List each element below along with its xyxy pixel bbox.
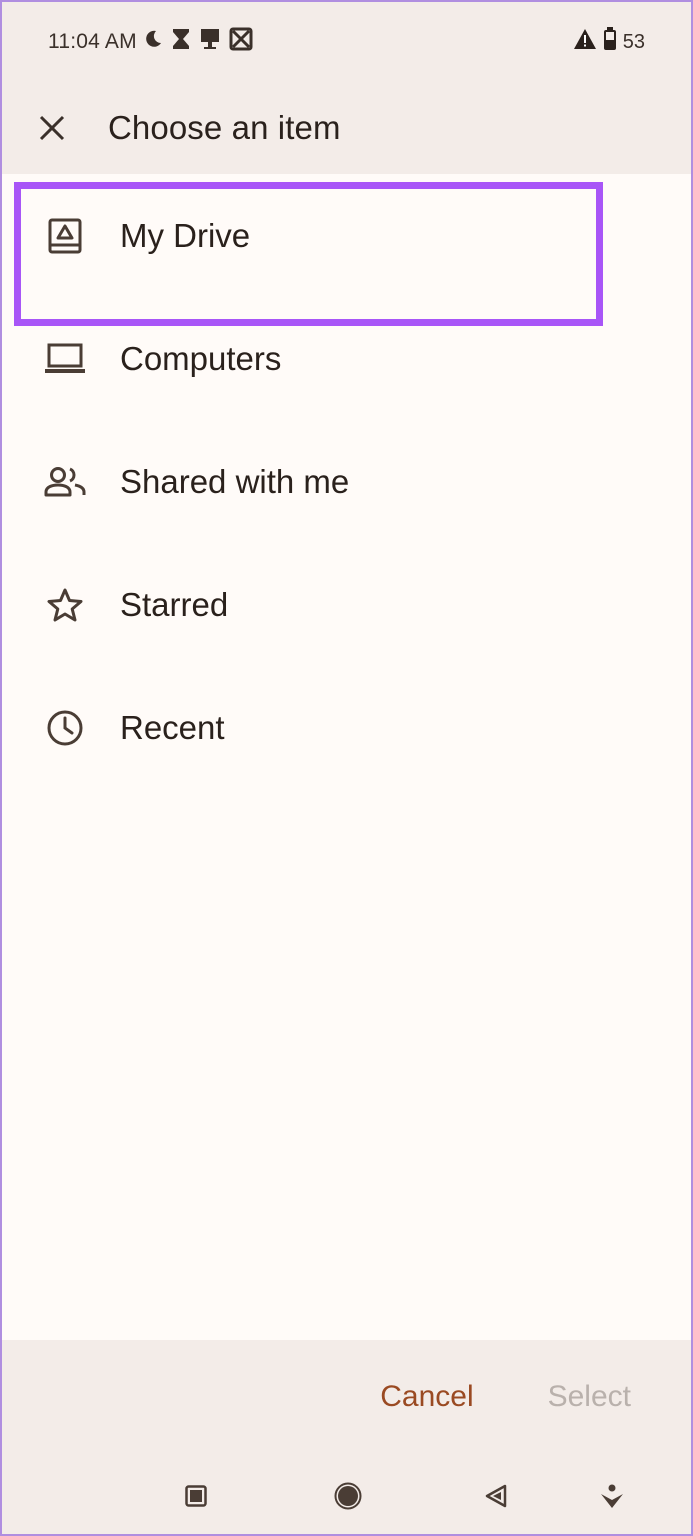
recents-icon (185, 1485, 207, 1507)
status-bar: 11:04 AM 53 (2, 2, 691, 82)
home-icon (334, 1482, 362, 1510)
screen: 11:04 AM 53 Choose an item My Drive Comp… (0, 0, 693, 1536)
recents-button[interactable] (180, 1480, 212, 1512)
moon-icon (143, 29, 163, 55)
accessibility-button[interactable] (596, 1480, 628, 1512)
alert-icon (573, 28, 597, 56)
list-item-label: Starred (120, 585, 229, 623)
close-button[interactable] (22, 98, 82, 158)
back-icon (485, 1484, 507, 1508)
list-item-my-drive[interactable]: My Drive (2, 174, 691, 297)
back-button[interactable] (480, 1480, 512, 1512)
system-nav-bar (2, 1454, 691, 1534)
list-item-computers[interactable]: Computers (2, 297, 691, 420)
clock-icon (44, 707, 86, 749)
drive-icon (44, 215, 86, 257)
list-item-label: Recent (120, 708, 225, 746)
hourglass-icon (171, 28, 191, 56)
list-item-label: Computers (120, 339, 282, 377)
home-button[interactable] (332, 1480, 364, 1512)
star-icon (44, 584, 86, 626)
list-item-label: Shared with me (120, 462, 350, 500)
laptop-icon (44, 338, 86, 380)
list-item-shared-with-me[interactable]: Shared with me (2, 420, 691, 543)
list-item-starred[interactable]: Starred (2, 543, 691, 666)
status-time: 11:04 AM (48, 30, 137, 53)
page-title: Choose an item (108, 109, 341, 146)
battery-icon (603, 27, 617, 57)
list-item-recent[interactable]: Recent (2, 666, 691, 789)
cancel-button[interactable]: Cancel (380, 1380, 473, 1414)
action-bar: Cancel Select (2, 1340, 691, 1454)
people-icon (44, 461, 86, 503)
download-icon (199, 28, 221, 56)
battery-percent: 53 (622, 30, 645, 53)
location-list: My Drive Computers Shared with me Starre… (2, 174, 691, 789)
app-bar: Choose an item (2, 82, 691, 174)
status-icons-left (143, 27, 253, 57)
no-sim-icon (229, 27, 253, 57)
accessibility-icon (601, 1484, 623, 1508)
status-icons-right: 53 (573, 27, 645, 57)
list-item-label: My Drive (120, 216, 251, 254)
select-button[interactable]: Select (548, 1380, 631, 1414)
close-icon (39, 115, 65, 141)
